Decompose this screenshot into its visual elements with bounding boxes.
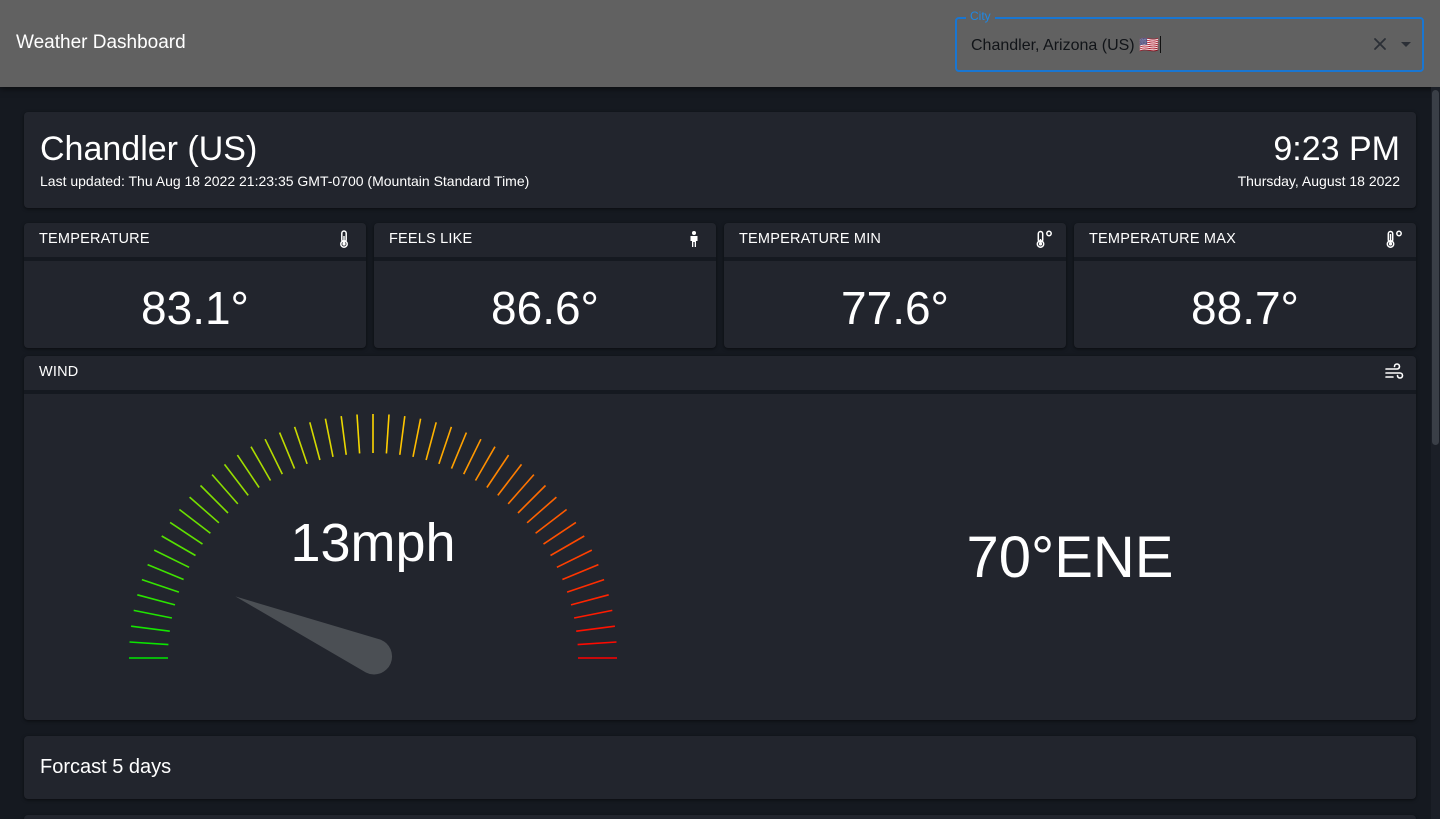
gauge-tick — [189, 496, 220, 524]
thermometer-high-icon — [1384, 229, 1404, 249]
card-title: TEMPERATURE MAX — [1089, 231, 1236, 247]
gauge-tick — [474, 446, 496, 481]
card-title: WIND — [39, 364, 79, 380]
gauge-tick — [324, 418, 334, 458]
gauge-tick — [425, 422, 437, 461]
gauge-tick — [438, 426, 453, 465]
gauge-tick — [550, 535, 585, 557]
card-divider — [1074, 257, 1416, 261]
gauge-tick — [147, 563, 184, 581]
gauge-tick — [137, 594, 176, 606]
city-search-input[interactable]: Chandler, Arizona (US) 🇺🇸 — [971, 35, 1161, 55]
gauge-tick — [576, 625, 616, 632]
thermometer-icon — [334, 229, 354, 249]
gauge-tick — [250, 446, 272, 481]
card-divider — [24, 257, 366, 261]
card-header: TEMPERATURE MIN — [724, 223, 1066, 257]
gauge-tick — [223, 463, 249, 496]
card-title: TEMPERATURE — [39, 231, 150, 247]
city-field-label: City — [966, 8, 995, 24]
gauge-tick — [340, 415, 347, 455]
feels-like-card: FEELS LIKE 86.6° — [374, 223, 716, 348]
gauge-tick — [169, 521, 203, 545]
gauge-tick — [526, 496, 557, 524]
gauge-tick — [236, 454, 260, 488]
temperature-value: 83.1° — [141, 282, 249, 334]
gauge-tick — [535, 508, 568, 534]
local-time: 9:23 PM — [1273, 130, 1400, 168]
gauge-tick — [573, 609, 613, 619]
card-header: WIND — [24, 356, 1416, 390]
text-caret — [1160, 36, 1161, 53]
person-icon — [684, 229, 704, 249]
gauge-tick — [356, 414, 361, 454]
wind-icon — [1384, 362, 1404, 382]
gauge-tick — [133, 609, 173, 619]
gauge-needle — [235, 596, 393, 675]
gauge-tick — [412, 418, 422, 458]
scrollbar-thumb[interactable] — [1432, 90, 1439, 445]
gauge-tick — [497, 463, 523, 496]
last-updated-text: Last updated: Thu Aug 18 2022 21:23:35 G… — [40, 173, 530, 189]
card-divider — [724, 257, 1066, 261]
thermometer-low-icon — [1034, 229, 1054, 249]
gauge-tick — [385, 414, 390, 454]
card-divider — [374, 257, 716, 261]
card-header: TEMPERATURE MAX — [1074, 223, 1416, 257]
gauge-tick — [543, 521, 577, 545]
local-date: Thursday, August 18 2022 — [1237, 173, 1400, 189]
temperature-max-value: 88.7° — [1191, 282, 1299, 334]
gauge-tick — [570, 594, 609, 606]
gauge-tick — [264, 438, 284, 475]
gauge-tick — [211, 474, 239, 505]
gauge-tick — [161, 535, 196, 557]
app-title: Weather Dashboard — [16, 32, 186, 53]
temperature-min-card: TEMPERATURE MIN 77.6° — [724, 223, 1066, 348]
wind-direction-value: 70°ENE — [966, 525, 1174, 590]
wind-card: WIND 13mph 70°ENE — [24, 356, 1416, 720]
temperature-max-card: TEMPERATURE MAX 88.7° — [1074, 223, 1416, 348]
gauge-tick — [141, 578, 180, 593]
gauge-tick — [399, 415, 406, 455]
app-bar: Weather Dashboard City Chandler, Arizona… — [0, 0, 1440, 87]
city-search-field[interactable]: City Chandler, Arizona (US) 🇺🇸 — [955, 8, 1424, 72]
card-title: TEMPERATURE MIN — [739, 231, 882, 247]
gauge-tick — [293, 426, 308, 465]
gauge-tick — [278, 432, 296, 469]
gauge-tick — [309, 422, 321, 461]
gauge-tick — [129, 641, 169, 646]
wind-speed-value: 13mph — [290, 513, 456, 573]
card-title: FEELS LIKE — [389, 231, 473, 247]
gauge-tick — [556, 549, 593, 569]
card-header: FEELS LIKE — [374, 223, 716, 257]
gauge-tick — [486, 454, 510, 488]
gauge-tick — [562, 563, 599, 581]
gauge-tick — [153, 549, 190, 569]
gauge-tick — [450, 432, 468, 469]
gauge-tick — [566, 578, 605, 593]
card-header: TEMPERATURE — [24, 223, 366, 257]
gauge-tick — [577, 641, 617, 646]
gauge-tick — [199, 484, 229, 514]
forecast-title: Forcast 5 days — [40, 756, 172, 778]
feels-like-value: 86.6° — [491, 282, 599, 334]
gauge-tick — [130, 625, 170, 632]
gauge-tick — [507, 474, 535, 505]
gauge-tick — [462, 438, 482, 475]
gauge-tick — [178, 508, 211, 534]
arrow-drop-down-icon[interactable] — [1395, 32, 1417, 56]
temperature-min-value: 77.6° — [841, 282, 949, 334]
close-icon[interactable] — [1369, 32, 1391, 56]
city-name: Chandler (US) — [40, 130, 258, 168]
forecast-list-card — [24, 815, 1416, 819]
forecast-card: Forcast 5 days — [24, 736, 1416, 799]
gauge-tick — [517, 484, 547, 514]
location-card: Chandler (US) Last updated: Thu Aug 18 2… — [24, 112, 1416, 208]
page-scrollbar[interactable] — [1431, 87, 1440, 819]
temperature-card: TEMPERATURE 83.1° — [24, 223, 366, 348]
